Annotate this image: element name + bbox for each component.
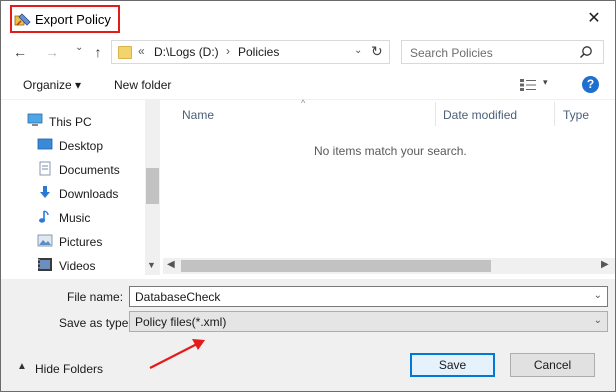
sort-indicator-icon: ^: [301, 98, 306, 108]
sidebar-item-label: Pictures: [59, 235, 103, 249]
folder-icon: [118, 46, 132, 59]
videos-icon: [38, 258, 52, 271]
close-icon[interactable]: ✕: [585, 10, 603, 28]
export-policy-dialog: Export Policy ✕ ← → ⌄ ↑ « D:\Logs (D:) ›…: [0, 0, 616, 392]
app-icon: [14, 13, 31, 26]
pictures-icon: [37, 234, 53, 247]
file-name-field[interactable]: DatabaseCheck ⌄: [129, 286, 608, 307]
up-arrow-icon[interactable]: ↑: [89, 43, 107, 61]
scrollbar-thumb[interactable]: [181, 260, 491, 272]
command-toolbar: Organize ▾ New folder ▾ ?: [1, 71, 615, 99]
sidebar-item-label: Music: [59, 211, 91, 225]
title-bar: Export Policy ✕: [1, 1, 615, 37]
column-header-date-modified[interactable]: Date modified: [443, 108, 517, 122]
file-list: ^ Name Date modified Type No items match…: [163, 98, 615, 280]
back-arrow-icon[interactable]: ←: [11, 43, 29, 61]
downloads-icon: [40, 186, 50, 198]
file-name-label: File name:: [67, 290, 124, 304]
forward-arrow-icon[interactable]: →: [43, 43, 61, 61]
refresh-icon[interactable]: ↻: [371, 43, 383, 60]
computer-icon: [27, 113, 43, 126]
save-options-panel: File name: DatabaseCheck ⌄ Save as type:…: [1, 279, 615, 391]
view-options-icon[interactable]: [519, 78, 537, 92]
save-as-type-select[interactable]: Policy files(*.xml) ⌄: [129, 311, 608, 332]
address-dropdown-icon[interactable]: ⌄: [354, 45, 362, 56]
chevron-up-icon: ▲: [17, 361, 27, 372]
new-folder-button[interactable]: New folder: [114, 78, 171, 92]
column-divider[interactable]: [435, 102, 436, 126]
cancel-button[interactable]: Cancel: [510, 353, 595, 377]
file-name-value: DatabaseCheck: [135, 290, 221, 304]
window-title: Export Policy: [35, 12, 111, 27]
horizontal-scrollbar[interactable]: ◀ ▶: [163, 258, 615, 274]
view-chevron-icon[interactable]: ▾: [543, 77, 548, 88]
organize-button[interactable]: Organize ▾: [23, 78, 81, 92]
save-button[interactable]: Save: [410, 353, 495, 377]
desktop-icon: [37, 138, 53, 150]
scroll-left-icon[interactable]: ◀: [167, 259, 175, 270]
column-divider[interactable]: [554, 102, 555, 126]
sidebar-item-label: Videos: [59, 259, 96, 273]
search-placeholder: Search Policies: [410, 46, 493, 60]
sidebar-item-label: Desktop: [59, 139, 104, 153]
save-as-type-value: Policy files(*.xml): [135, 315, 227, 329]
column-header-type[interactable]: Type: [563, 108, 589, 122]
navigation-scrollbar[interactable]: ▼: [145, 100, 160, 275]
documents-icon: [39, 161, 51, 176]
navigation-bar: ← → ⌄ ↑ « D:\Logs (D:) › Policies ⌄ ↻ Se…: [1, 37, 615, 67]
breadcrumb-policies[interactable]: Policies: [238, 45, 279, 59]
help-icon[interactable]: ?: [582, 76, 599, 93]
save-as-type-dropdown-icon[interactable]: ⌄: [594, 315, 602, 326]
music-icon: [39, 210, 49, 223]
file-name-dropdown-icon[interactable]: ⌄: [594, 290, 602, 301]
save-as-type-label: Save as type:: [59, 316, 132, 330]
empty-state-message: No items match your search.: [314, 144, 467, 158]
scrollbar-thumb[interactable]: [146, 168, 159, 204]
browser-content: This PC Desktop Documents Downloads Musi…: [1, 98, 615, 280]
sidebar-item-label: Downloads: [59, 187, 119, 201]
breadcrumb-drive[interactable]: D:\Logs (D:): [154, 45, 219, 59]
sidebar-item-label: Documents: [59, 163, 120, 177]
hide-folders-label: Hide Folders: [35, 362, 104, 376]
column-header-name[interactable]: Name: [182, 108, 214, 122]
breadcrumb-overflow[interactable]: «: [138, 44, 145, 58]
search-input[interactable]: Search Policies: [401, 40, 604, 64]
breadcrumb-separator: ›: [226, 44, 230, 58]
scroll-right-icon[interactable]: ▶: [601, 259, 609, 270]
search-icon[interactable]: [579, 45, 593, 59]
sidebar-item-label: This PC: [49, 115, 92, 129]
navigation-pane: This PC Desktop Documents Downloads Musi…: [1, 100, 161, 280]
recent-locations-chevron-icon[interactable]: ⌄: [75, 42, 83, 53]
address-bar[interactable]: « D:\Logs (D:) › Policies ⌄ ↻: [111, 40, 390, 64]
scroll-down-icon[interactable]: ▼: [147, 260, 156, 270]
